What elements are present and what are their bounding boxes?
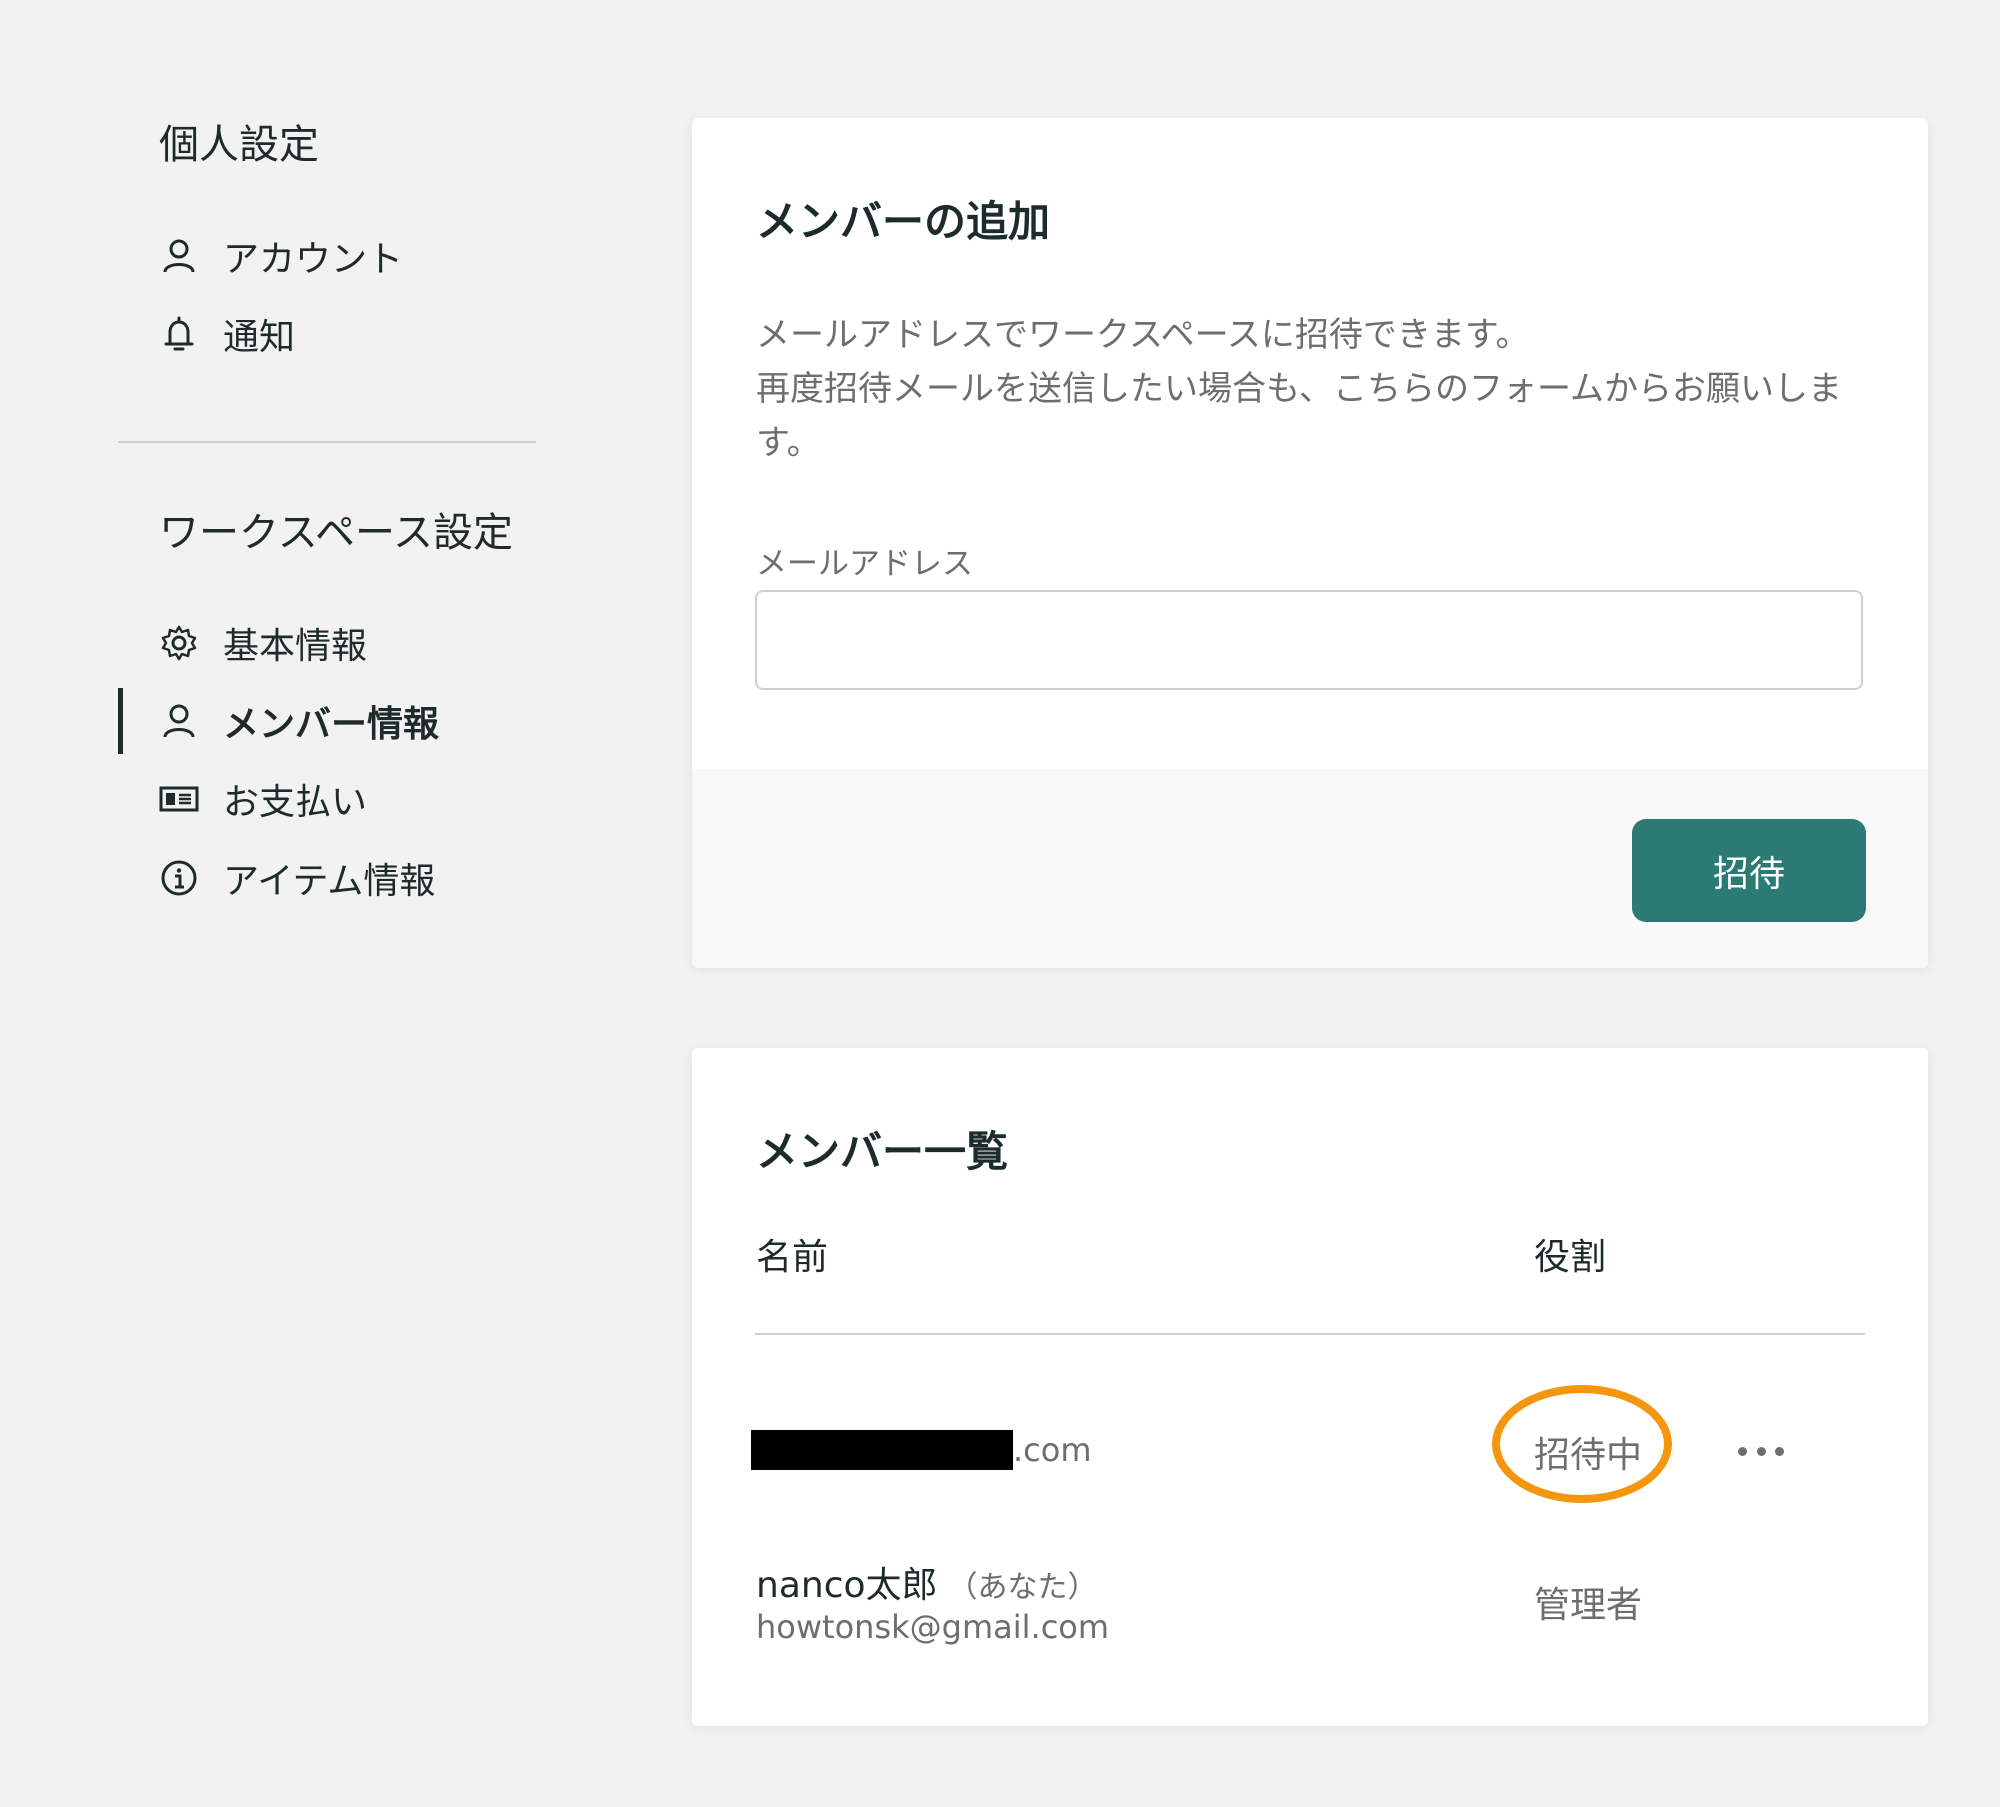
sidebar-item-label: お支払い (223, 782, 368, 823)
email-suffix: .com (1013, 1431, 1092, 1469)
dot-icon (1775, 1446, 1784, 1456)
active-indicator (118, 688, 123, 754)
sidebar-item-account[interactable]: アカウント (159, 223, 403, 289)
column-header-role: 役割 (1534, 1237, 1607, 1278)
personal-settings-title: 個人設定 (159, 122, 319, 168)
add-member-title: メンバーの追加 (756, 197, 1051, 246)
member-name-text: nanco太郎 (756, 1565, 938, 1606)
column-header-name: 名前 (756, 1237, 829, 1278)
description-line-1: メールアドレスでワークスペースに招待できます。 (756, 315, 1530, 355)
member-list-title: メンバー一覧 (756, 1127, 1009, 1176)
user-icon (159, 701, 199, 741)
sidebar-item-members[interactable]: メンバー情報 (159, 688, 439, 754)
email-label: メールアドレス (756, 546, 973, 582)
sidebar-item-label: アイテム情報 (223, 861, 436, 902)
more-options-button[interactable] (1738, 1443, 1784, 1459)
sidebar-item-label: 基本情報 (223, 626, 368, 667)
sidebar-item-label: アカウント (223, 239, 404, 280)
sidebar-item-label: 通知 (223, 317, 296, 358)
workspace-settings-title: ワークスペース設定 (159, 510, 513, 556)
invite-description: メールアドレスでワークスペースに招待できます。 再度招待メールを送信したい場合も… (756, 308, 1896, 470)
sidebar-divider (118, 441, 536, 443)
sidebar-item-label: メンバー情報 (223, 704, 440, 745)
member-email: howtonsk@gmail.com (756, 1608, 1110, 1646)
bell-icon (159, 314, 199, 354)
you-tag: （あなた） (947, 1570, 1098, 1605)
member-name: nanco太郎 （あなた） (756, 1556, 1098, 1608)
invite-button[interactable]: 招待 (1632, 819, 1866, 922)
member-list-card: メンバー一覧 名前 役割 .com 招待中 nanco太郎 （あなた） howto… (692, 1048, 1928, 1726)
sidebar-item-basic-info[interactable]: 基本情報 (159, 610, 367, 676)
highlight-ring (1492, 1385, 1672, 1503)
role-admin: 管理者 (1534, 1585, 1643, 1626)
info-icon (159, 858, 199, 898)
sidebar-item-notifications[interactable]: 通知 (159, 301, 295, 367)
description-line-2: 再度招待メールを送信したい場合も、こちらのフォームからお願いします。 (756, 369, 1842, 463)
header-divider (755, 1333, 1865, 1335)
gear-icon (159, 623, 199, 663)
sidebar-item-item-info[interactable]: アイテム情報 (159, 845, 435, 911)
member-email: .com (751, 1430, 1092, 1470)
add-member-footer: 招待 (692, 769, 1928, 968)
dot-icon (1738, 1446, 1747, 1456)
sidebar-item-payment[interactable]: お支払い (159, 766, 367, 832)
card-icon (159, 779, 199, 819)
dot-icon (1756, 1446, 1766, 1456)
redacted-block (751, 1430, 1013, 1470)
add-member-card: メンバーの追加 メールアドレスでワークスペースに招待できます。 再度招待メールを… (692, 118, 1928, 968)
email-input[interactable] (755, 590, 1863, 690)
user-icon (159, 236, 199, 276)
